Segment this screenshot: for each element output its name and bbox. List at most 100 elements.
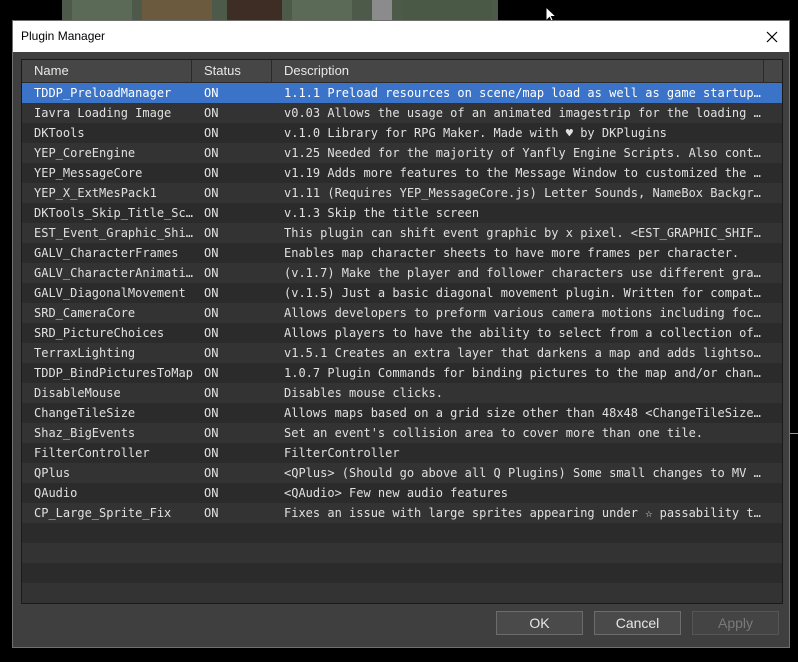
plugin-row[interactable]: Iavra Loading Image ON v0.03 Allows the us…: [22, 103, 782, 123]
plugin-name: TDDP_PreloadManager: [34, 86, 172, 100]
plugin-status: ON: [204, 386, 219, 400]
plugin-row[interactable]: DKTools ON v.1.0 Library for RPG Maker. Ma…: [22, 123, 782, 143]
plugin-status: ON: [204, 486, 219, 500]
window-title: Plugin Manager: [21, 29, 106, 43]
plugin-name: YEP_X_ExtMesPack1: [34, 186, 157, 200]
plugin-description: v1.5.1 Creates an extra layer that darke…: [284, 346, 762, 360]
plugin-name: SRD_PictureChoices: [34, 326, 165, 340]
plugin-row[interactable]: QAudio ON <QAudio> Few new audio features: [22, 483, 782, 503]
plugin-name: CP_Large_Sprite_Fix: [34, 506, 172, 520]
plugin-name: DKTools: [34, 126, 85, 140]
plugin-description: Allows maps based on a grid size other t…: [284, 406, 762, 420]
plugin-row[interactable]: FilterController ON FilterController: [22, 443, 782, 463]
background-game-window: [62, 0, 498, 22]
plugin-description: This plugin can shift event graphic by x…: [284, 226, 762, 240]
plugin-row[interactable]: QPlus ON <QPlus> (Should go above all Q Pl…: [22, 463, 782, 483]
plugin-status: ON: [204, 106, 219, 120]
plugin-description: (v.1.5) Just a basic diagonal movement p…: [284, 286, 762, 300]
plugin-description: <QPlus> (Should go above all Q Plugins) …: [284, 466, 762, 480]
plugin-name: SRD_CameraCore: [34, 306, 136, 320]
plugin-description: Disables mouse clicks.: [284, 386, 443, 400]
empty-row: [22, 523, 782, 543]
plugin-row[interactable]: GALV_CharacterFrames ON Enables map charac…: [22, 243, 782, 263]
plugin-status: ON: [204, 366, 219, 380]
plugin-row[interactable]: TDDP_BindPicturesToMap ON 1.0.7 Plugin Com…: [22, 363, 782, 383]
plugin-status: ON: [204, 86, 219, 100]
plugin-row[interactable]: CP_Large_Sprite_Fix ON Fixes an issue with…: [22, 503, 782, 523]
empty-row: [22, 543, 782, 563]
plugin-row[interactable]: TerraxLighting ON v1.5.1 Creates an extra …: [22, 343, 782, 363]
plugin-status: ON: [204, 466, 219, 480]
column-header-description[interactable]: Description: [272, 60, 764, 82]
plugin-status: ON: [204, 166, 219, 180]
plugin-name: YEP_CoreEngine: [34, 146, 136, 160]
plugin-name: EST_Event_Graphic_Shift: [34, 226, 194, 240]
plugin-description: Enables map character sheets to have mor…: [284, 246, 740, 260]
plugin-name: Iavra Loading Image: [34, 106, 172, 120]
plugin-name: FilterController: [34, 446, 150, 460]
plugin-description: v0.03 Allows the usage of an animated im…: [284, 106, 762, 120]
list-header: Name Status Description: [22, 60, 782, 83]
plugin-description: v.1.3 Skip the title screen: [284, 206, 480, 220]
apply-button[interactable]: Apply: [692, 611, 779, 635]
plugin-description: FilterController: [284, 446, 400, 460]
plugin-row[interactable]: SRD_PictureChoices ON Allows players to ha…: [22, 323, 782, 343]
plugin-description: (v.1.7) Make the player and follower cha…: [284, 266, 762, 280]
cancel-button[interactable]: Cancel: [594, 611, 681, 635]
plugin-status: ON: [204, 286, 219, 300]
plugin-name: DisableMouse: [34, 386, 121, 400]
plugin-manager-dialog: Plugin Manager Name Status Description T…: [13, 21, 789, 647]
plugin-description: Allows players to have the ability to se…: [284, 326, 762, 340]
plugin-name: GALV_CharacterAnimati…: [34, 266, 193, 280]
plugin-row[interactable]: GALV_DiagonalMovement ON (v.1.5) Just a ba…: [22, 283, 782, 303]
plugin-description: 1.0.7 Plugin Commands for binding pictur…: [284, 366, 762, 380]
plugin-status: ON: [204, 246, 219, 260]
plugin-name: Shaz_BigEvents: [34, 426, 136, 440]
plugin-row[interactable]: Shaz_BigEvents ON Set an event's collision…: [22, 423, 782, 443]
plugin-name: ChangeTileSize: [34, 406, 136, 420]
plugin-row[interactable]: DisableMouse ON Disables mouse clicks.: [22, 383, 782, 403]
plugin-description: v.1.0 Library for RPG Maker. Made with ♥…: [284, 126, 667, 140]
plugin-description: Set an event's collision area to cover m…: [284, 426, 704, 440]
plugin-row[interactable]: YEP_MessageCore ON v1.19 Adds more feature…: [22, 163, 782, 183]
plugin-description: <QAudio> Few new audio features: [284, 486, 508, 500]
plugin-status: ON: [204, 266, 219, 280]
close-button[interactable]: [755, 21, 789, 52]
empty-row: [22, 583, 782, 603]
plugin-status: ON: [204, 226, 219, 240]
plugin-status: ON: [204, 506, 219, 520]
plugin-row[interactable]: YEP_CoreEngine ON v1.25 Needed for the maj…: [22, 143, 782, 163]
plugin-row[interactable]: YEP_X_ExtMesPack1 ON v1.11 (Requires YEP_M…: [22, 183, 782, 203]
plugin-name: TerraxLighting: [34, 346, 136, 360]
plugin-row[interactable]: TDDP_PreloadManager ON 1.1.1 Preload resou…: [22, 83, 782, 103]
ok-button[interactable]: OK: [496, 611, 583, 635]
plugin-status: ON: [204, 346, 219, 360]
plugin-status: ON: [204, 126, 219, 140]
plugin-description: v1.25 Needed for the majority of Yanfly …: [284, 146, 762, 160]
column-header-status[interactable]: Status: [192, 60, 272, 82]
plugin-list[interactable]: Name Status Description TDDP_PreloadMana…: [21, 59, 783, 604]
plugin-description: Allows developers to preform various cam…: [284, 306, 762, 320]
plugin-status: ON: [204, 426, 219, 440]
plugin-row[interactable]: EST_Event_Graphic_Shift ON This plugin can…: [22, 223, 782, 243]
plugin-name: TDDP_BindPicturesToMap: [34, 366, 193, 380]
plugin-status: ON: [204, 146, 219, 160]
plugin-row[interactable]: SRD_CameraCore ON Allows developers to pre…: [22, 303, 782, 323]
close-icon: [766, 31, 778, 42]
title-bar: Plugin Manager: [13, 21, 789, 52]
plugin-name: QAudio: [34, 486, 78, 500]
plugin-row[interactable]: GALV_CharacterAnimati… ON (v.1.7) Make the…: [22, 263, 782, 283]
plugin-description: 1.1.1 Preload resources on scene/map loa…: [284, 86, 762, 100]
plugin-status: ON: [204, 206, 219, 220]
plugin-name: GALV_DiagonalMovement: [34, 286, 186, 300]
empty-row: [22, 563, 782, 583]
plugin-description: v1.11 (Requires YEP_MessageCore.js) Lett…: [284, 186, 762, 200]
column-header-name[interactable]: Name: [22, 60, 192, 82]
plugin-name: YEP_MessageCore: [34, 166, 143, 180]
plugin-row[interactable]: ChangeTileSize ON Allows maps based on a g…: [22, 403, 782, 423]
plugin-name: GALV_CharacterFrames: [34, 246, 179, 260]
plugin-row[interactable]: DKTools_Skip_Title_Sc… ON v.1.3 Skip the t…: [22, 203, 782, 223]
plugin-status: ON: [204, 446, 219, 460]
plugin-status: ON: [204, 326, 219, 340]
edge-divider: [790, 433, 798, 434]
